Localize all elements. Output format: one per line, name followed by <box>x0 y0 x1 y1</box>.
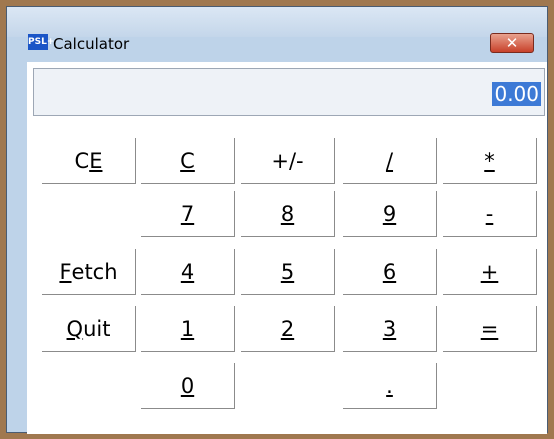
quit-button[interactable]: Quit <box>42 306 136 352</box>
add-button[interactable]: + <box>443 249 537 295</box>
digit-6-button[interactable]: 6 <box>343 249 437 295</box>
ce-button[interactable]: CE <box>42 138 136 184</box>
calculator-body <box>27 62 547 434</box>
ce-label-mnemonic: E <box>89 148 103 173</box>
subtract-button[interactable]: - <box>443 191 537 237</box>
digit-5-button[interactable]: 5 <box>241 249 335 295</box>
plus-minus-button[interactable]: +/- <box>241 138 335 184</box>
app-icon: PSL+ <box>28 34 54 50</box>
digit-1-button[interactable]: 1 <box>141 306 235 352</box>
display-value: 0.00 <box>492 82 541 106</box>
digit-2-button[interactable]: 2 <box>241 306 335 352</box>
multiply-button[interactable]: * <box>443 138 537 184</box>
equals-button[interactable]: = <box>443 306 537 352</box>
decimal-button[interactable]: . <box>343 363 437 409</box>
digit-4-button[interactable]: 4 <box>141 249 235 295</box>
quit-label-rest: uit <box>83 316 111 341</box>
title-bar[interactable] <box>7 7 547 37</box>
fetch-label-rest: etch <box>71 259 118 284</box>
close-icon: ✕ <box>505 34 519 52</box>
digit-8-button[interactable]: 8 <box>241 191 335 237</box>
digit-3-button[interactable]: 3 <box>343 306 437 352</box>
close-button[interactable]: ✕ <box>490 33 534 53</box>
fetch-label-mnemonic: F <box>59 259 72 284</box>
display-field[interactable]: 0.00 <box>33 68 545 116</box>
digit-9-button[interactable]: 9 <box>343 191 437 237</box>
ce-label-prefix: C <box>74 148 90 173</box>
quit-label-mnemonic: Q <box>66 316 84 341</box>
digit-7-button[interactable]: 7 <box>141 191 235 237</box>
window-title: Calculator <box>53 35 130 53</box>
clear-button[interactable]: C <box>141 138 235 184</box>
divide-button[interactable]: / <box>343 138 437 184</box>
digit-0-button[interactable]: 0 <box>141 363 235 409</box>
fetch-button[interactable]: Fetch <box>42 249 136 295</box>
